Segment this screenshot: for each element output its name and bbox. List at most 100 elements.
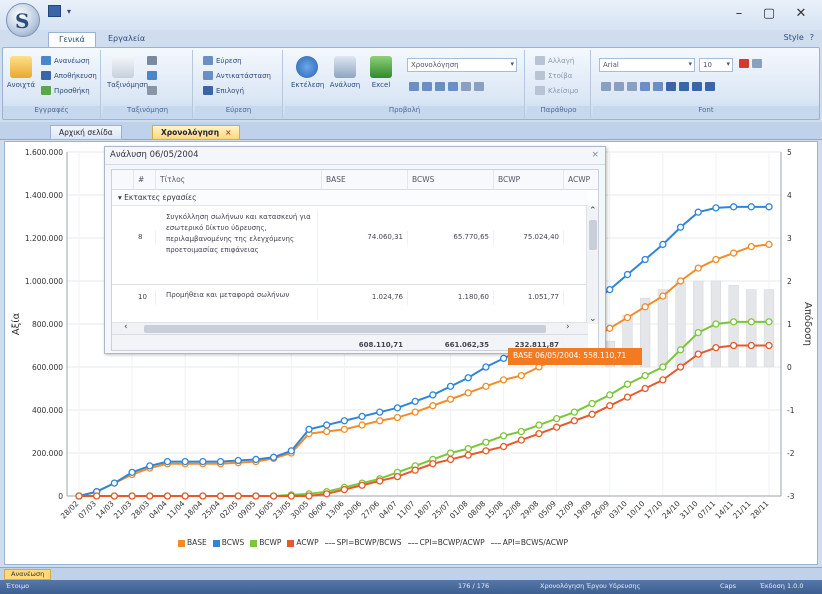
close-tab-icon[interactable]: × <box>225 128 231 137</box>
data-point <box>659 376 667 384</box>
window-close-button[interactable]: Κλείσιμο <box>535 86 578 95</box>
maximize-button[interactable]: ▢ <box>758 6 780 24</box>
legend-dash <box>490 542 501 544</box>
data-point <box>446 382 455 391</box>
group-find: Εύρεση Αντικατάσταση Επιλογή Εύρεση <box>195 50 283 118</box>
help-icon[interactable]: ? <box>810 33 814 42</box>
data-point <box>765 341 773 350</box>
column-header-acwp[interactable]: ACWP <box>564 170 598 190</box>
vertical-scrollbar[interactable]: ⌃ ⌄ <box>586 206 598 324</box>
minimize-button[interactable]: – <box>728 6 750 24</box>
save-icon[interactable] <box>48 5 61 17</box>
tab-tools[interactable]: Εργαλεία <box>98 32 155 48</box>
sort-asc-button[interactable] <box>147 56 157 65</box>
data-point <box>411 397 419 406</box>
column-header-title[interactable]: Τίτλος <box>156 170 322 190</box>
group-label: Προβολή <box>285 106 524 118</box>
save-record-button[interactable]: Αποθήκευση <box>41 71 97 80</box>
legend-item-base[interactable]: BASE <box>178 538 207 547</box>
y-tick-label: 600.000 <box>32 363 63 372</box>
data-point <box>712 204 720 212</box>
close-icon[interactable]: × <box>591 150 599 160</box>
font-color-button[interactable] <box>739 59 762 68</box>
total-base: 608.110,71 <box>322 338 408 350</box>
data-point <box>146 492 154 500</box>
application-menu-button[interactable]: S <box>6 3 40 37</box>
x-tick-label: 30/05 <box>289 499 311 521</box>
scroll-thumb[interactable] <box>589 220 597 250</box>
run-button[interactable]: Εκτέλεση <box>291 56 324 89</box>
row-id: 8 <box>134 230 156 245</box>
column-header-base[interactable]: BASE <box>322 170 408 190</box>
x-tick-label: 17/10 <box>643 499 665 521</box>
open-button[interactable]: Ανοιχτά <box>5 56 37 89</box>
sort-desc-button[interactable] <box>147 71 157 80</box>
scroll-right-icon[interactable]: › <box>566 322 570 332</box>
scroll-thumb[interactable] <box>144 325 546 333</box>
analysis-button[interactable]: Ανάλυση <box>329 56 361 89</box>
data-point <box>712 255 720 264</box>
zoom-out-icon <box>474 82 484 91</box>
y2-tick-label: 0 <box>787 363 792 372</box>
column-header-id[interactable]: # <box>134 170 156 190</box>
scroll-down-icon[interactable]: ⌄ <box>589 314 597 324</box>
font-format-buttons[interactable] <box>601 82 715 91</box>
data-point <box>482 382 490 391</box>
tab-home[interactable]: Γενικά <box>48 32 96 48</box>
first-icon <box>409 82 419 91</box>
x-tick-label: 09/05 <box>236 499 258 521</box>
index-bar <box>657 289 668 368</box>
refresh-button[interactable]: Ανανέωση <box>41 56 90 65</box>
legend-item-acwp[interactable]: ACWP <box>287 538 319 547</box>
legend-item-spi[interactable]: SPI=BCWP/BCWS <box>324 538 402 547</box>
prev-icon <box>422 82 432 91</box>
close-button[interactable]: ✕ <box>790 6 812 24</box>
replace-button[interactable]: Αντικατάσταση <box>203 71 271 80</box>
data-point <box>606 402 614 410</box>
font-size-combo[interactable]: 10 ▾ <box>699 58 733 72</box>
column-header-bcws[interactable]: BCWS <box>408 170 494 190</box>
view-nav-buttons[interactable] <box>409 82 484 91</box>
data-point <box>340 485 349 494</box>
x-tick-label: 31/10 <box>678 499 700 521</box>
legend-item-api[interactable]: API=BCWS/ACWP <box>490 538 568 547</box>
row-base: 74.060,31 <box>322 230 408 245</box>
view-combo[interactable]: Χρονολόγηση ▾ <box>407 58 517 72</box>
data-point <box>694 208 702 216</box>
sort-button[interactable]: Ταξινόμηση <box>107 56 148 89</box>
font-name-combo[interactable]: Arial ▾ <box>599 58 695 72</box>
align-right-icon <box>692 82 702 91</box>
data-point <box>606 391 614 399</box>
horizontal-scrollbar[interactable]: ‹ › <box>112 322 588 334</box>
window-stack-button[interactable]: Στοίβα <box>535 71 572 80</box>
find-button[interactable]: Εύρεση <box>203 56 242 65</box>
add-record-button[interactable]: Προσθήκη <box>41 86 90 95</box>
data-point <box>694 350 702 358</box>
scroll-left-icon[interactable]: ‹ <box>124 322 128 332</box>
window-switch-button[interactable]: Αλλαγή <box>535 56 574 65</box>
legend-item-cpi[interactable]: CPI=BCWP/ACWP <box>407 538 485 547</box>
y2-tick-label: 1 <box>787 320 792 329</box>
data-point <box>305 425 313 434</box>
x-tick-label: 07/11 <box>696 499 718 521</box>
chevron-down-icon[interactable]: ▾ <box>67 7 71 16</box>
style-menu[interactable]: Style <box>784 33 804 42</box>
legend-item-bcwp[interactable]: BCWP <box>250 538 281 547</box>
filter-button[interactable] <box>147 86 157 95</box>
row-bcwp: 1.051,77 <box>494 290 564 305</box>
legend-swatch <box>178 539 185 547</box>
data-point <box>376 417 384 425</box>
doc-tab-chronology[interactable]: Χρονολόγηση × <box>152 125 241 140</box>
align-center-icon <box>679 82 689 91</box>
doc-tab-home[interactable]: Αρχική σελίδα <box>50 125 122 140</box>
font-color-icon <box>739 59 749 68</box>
select-button[interactable]: Επιλογή <box>203 86 244 95</box>
group-row[interactable]: ▾ Εκτακτες εργασίες <box>112 190 588 206</box>
excel-button[interactable]: Excel <box>365 56 397 89</box>
scroll-up-icon[interactable]: ⌃ <box>589 206 597 216</box>
column-header-bcwp[interactable]: BCWP <box>494 170 564 190</box>
data-point <box>676 346 685 354</box>
legend-item-bcws[interactable]: BCWS <box>212 538 244 547</box>
data-point <box>553 414 561 423</box>
bottom-tab[interactable]: Ανανέωση <box>4 569 52 580</box>
